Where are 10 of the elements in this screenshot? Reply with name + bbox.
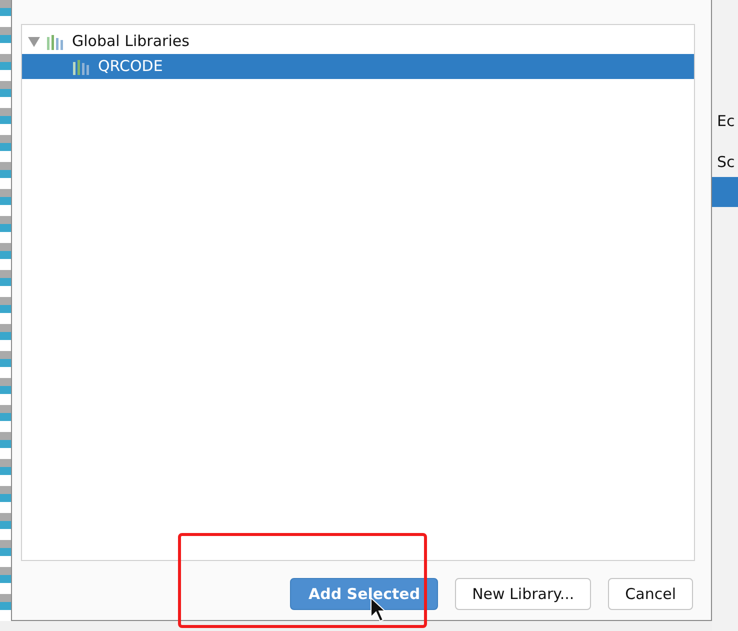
background-window-text: Ec bbox=[716, 111, 736, 132]
tree-row[interactable]: Global Libraries bbox=[22, 29, 694, 54]
tree-row[interactable]: QRCODE bbox=[22, 54, 694, 79]
library-icon bbox=[46, 34, 66, 50]
expand-arrow-icon[interactable] bbox=[28, 36, 40, 46]
library-icon bbox=[72, 58, 92, 74]
background-window-text: Sc bbox=[716, 152, 736, 172]
dialog-button[interactable]: New Library... bbox=[455, 578, 592, 610]
selected-row-highlight bbox=[712, 177, 738, 207]
dialog-button[interactable]: Cancel bbox=[608, 578, 693, 610]
